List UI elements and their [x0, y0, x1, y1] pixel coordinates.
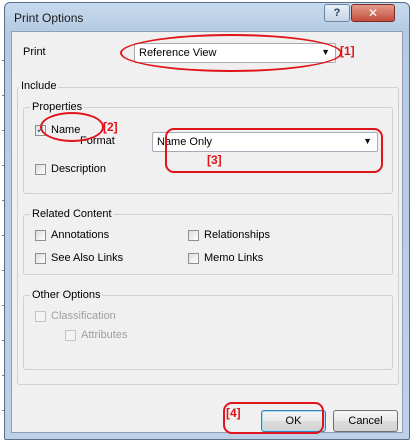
see-also-links-checkbox[interactable]: See Also Links — [35, 252, 123, 264]
relationships-checkbox-label: Relationships — [204, 229, 271, 241]
related-content-group: Related Content Annotations Relationship… — [23, 208, 393, 275]
attributes-checkbox-label: Attributes — [81, 329, 128, 341]
print-label: Print — [23, 46, 46, 58]
cancel-button[interactable]: Cancel — [333, 410, 398, 432]
close-icon: ✕ — [367, 6, 379, 20]
memo-links-checkbox-label: Memo Links — [204, 252, 264, 264]
close-button[interactable]: ✕ — [351, 4, 395, 22]
include-legend: Include — [19, 80, 59, 92]
other-options-legend: Other Options — [30, 289, 103, 301]
related-content-legend: Related Content — [30, 208, 114, 220]
annotation-label-3: [3] — [207, 153, 222, 167]
other-options-group: Other Options Classification Attributes — [23, 289, 393, 370]
classification-checkbox-label: Classification — [51, 310, 116, 322]
title-bar[interactable]: Print Options ? ✕ — [5, 3, 409, 31]
memo-links-checkbox-box[interactable] — [188, 252, 199, 264]
annotation-ellipse-name-checkbox — [40, 112, 104, 142]
memo-links-checkbox[interactable]: Memo Links — [188, 252, 263, 264]
help-button[interactable]: ? — [324, 4, 350, 22]
relationships-checkbox-box[interactable] — [188, 229, 199, 241]
dialog-content: Print Reference View ▼ Include Propertie… — [11, 31, 403, 433]
classification-checkbox[interactable]: Classification — [35, 310, 116, 322]
classification-checkbox-box[interactable] — [35, 310, 46, 322]
attributes-checkbox[interactable]: Attributes — [65, 329, 127, 341]
annotation-box-format-select — [165, 128, 383, 173]
attributes-checkbox-box[interactable] — [65, 329, 76, 341]
see-also-links-checkbox-box[interactable] — [35, 252, 46, 264]
description-checkbox[interactable]: Description — [35, 163, 106, 175]
annotations-checkbox-label: Annotations — [51, 229, 110, 241]
description-checkbox-box[interactable] — [35, 163, 46, 175]
annotations-checkbox[interactable]: Annotations — [35, 229, 109, 241]
annotation-box-ok-button — [223, 402, 324, 434]
relationships-checkbox[interactable]: Relationships — [188, 229, 270, 241]
annotation-label-2: [2] — [103, 120, 118, 134]
see-also-links-checkbox-label: See Also Links — [51, 252, 124, 264]
annotations-checkbox-box[interactable] — [35, 229, 46, 241]
help-icon: ? — [333, 7, 341, 19]
annotation-ellipse-print-select — [120, 34, 342, 72]
annotation-label-1: [1] — [340, 44, 355, 58]
description-checkbox-label: Description — [51, 163, 107, 175]
window-title: Print Options — [14, 11, 84, 25]
